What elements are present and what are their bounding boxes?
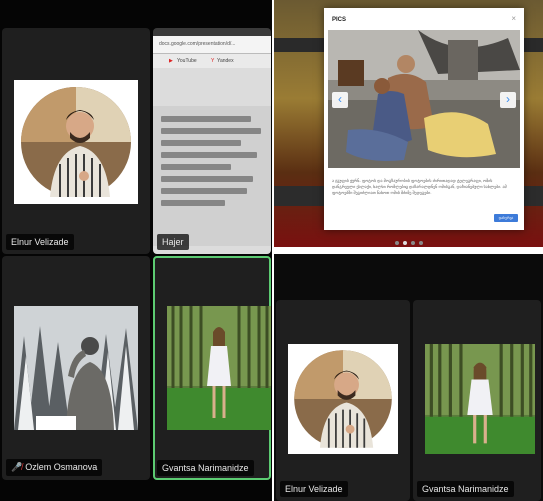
text-line [161,140,241,146]
text-line [161,164,231,170]
pagination-dot[interactable] [394,241,399,245]
participant-name-tag: 🎤̸ Ozlem Osmanova [6,459,103,476]
participant-name-tag: Elnur Velizade [280,481,348,497]
participant-tile-gvantsa[interactable]: Gvantsa Narimanidze [153,256,271,480]
participant-name: Hajer [162,237,184,247]
avatar-ozlem-image [14,306,138,430]
bookmark-yandex[interactable]: Yandex [217,58,234,64]
image-modal: PICS × ‹ › ა ჯგუფის ჟურნ- ფოტოს და მოგზა… [324,8,524,230]
modal-close-button[interactable]: × [511,14,516,23]
text-line [161,152,257,158]
participant-name: Elnur Velizade [285,484,343,494]
slide-pagination [274,232,543,247]
next-image-button[interactable]: › [500,92,516,108]
avatar-gvantsa-image [425,344,535,454]
participant-name: Gvantsa Narimanidze [422,484,509,494]
war-photo [328,30,520,168]
modal-description: ა ჯგუფის ჟურნ- ფოტოს და მოგზაურობის ფოტო… [332,178,507,195]
zoom-gallery-left: Elnur Velizade docs.google.com/presentat… [0,0,272,501]
laptop-screen-video: docs.google.com/presentation/d/... ▶ You… [153,36,271,254]
avatar-gvantsa-image [167,306,271,430]
participant-name-tag: Hajer [157,234,189,250]
participant-name: Gvantsa Narimanidze [162,463,249,473]
participant-tile-elnur[interactable]: Elnur Velizade [276,300,410,501]
participant-tile-hajer[interactable]: docs.google.com/presentation/d/... ▶ You… [153,28,271,254]
profile-photo [14,80,138,204]
participant-name-tag: Gvantsa Narimanidze [417,481,514,497]
participant-tile-ozlem[interactable]: 🎤̸ Ozlem Osmanova [2,256,150,480]
bookmark-youtube[interactable]: YouTube [177,58,197,64]
participant-name-tag: Gvantsa Narimanidze [157,460,254,476]
modal-image: ‹ › [328,30,520,168]
pagination-dot[interactable] [410,241,415,245]
text-line [161,188,247,194]
browser-url: docs.google.com/presentation/d/... [159,41,236,47]
text-line [161,128,261,134]
participant-name: Ozlem Osmanova [25,462,98,472]
text-line [161,200,225,206]
avatar-elnur-image [14,80,138,204]
muted-mic-icon: 🎤̸ [11,462,23,472]
profile-photo [425,344,535,454]
pagination-dot-active[interactable] [402,241,407,245]
participant-name-tag: Elnur Velizade [6,234,74,250]
previous-image-button[interactable]: ‹ [332,92,348,108]
text-line [161,176,253,182]
zoom-gallery-right: Elnur Velizade Gvantsa Narimanidze [274,254,543,501]
participant-tile-gvantsa[interactable]: Gvantsa Narimanidze [413,300,541,501]
presentation-screenshot: PICS × ‹ › ა ჯგუფის ჟურნ- ფოტოს და მოგზა… [274,0,543,247]
bookmarks-bar: ▶ YouTube Y Yandex [153,54,271,68]
avatar-elnur-image [288,344,398,454]
screenshot-collage: Elnur Velizade docs.google.com/presentat… [0,0,543,501]
youtube-icon: ▶ [169,58,173,64]
yandex-icon: Y [211,58,215,64]
participant-name: Elnur Velizade [11,237,69,247]
pagination-dot[interactable] [418,241,423,245]
modal-close-action-button[interactable]: დახურვა [494,214,518,222]
profile-photo [14,306,138,430]
browser-address-bar: docs.google.com/presentation/d/... [153,36,271,54]
document-content [153,106,271,246]
participant-tile-elnur[interactable]: Elnur Velizade [2,28,150,254]
modal-title: PICS [332,17,347,23]
profile-photo [288,344,398,454]
profile-photo [167,306,271,430]
text-line [161,116,251,122]
